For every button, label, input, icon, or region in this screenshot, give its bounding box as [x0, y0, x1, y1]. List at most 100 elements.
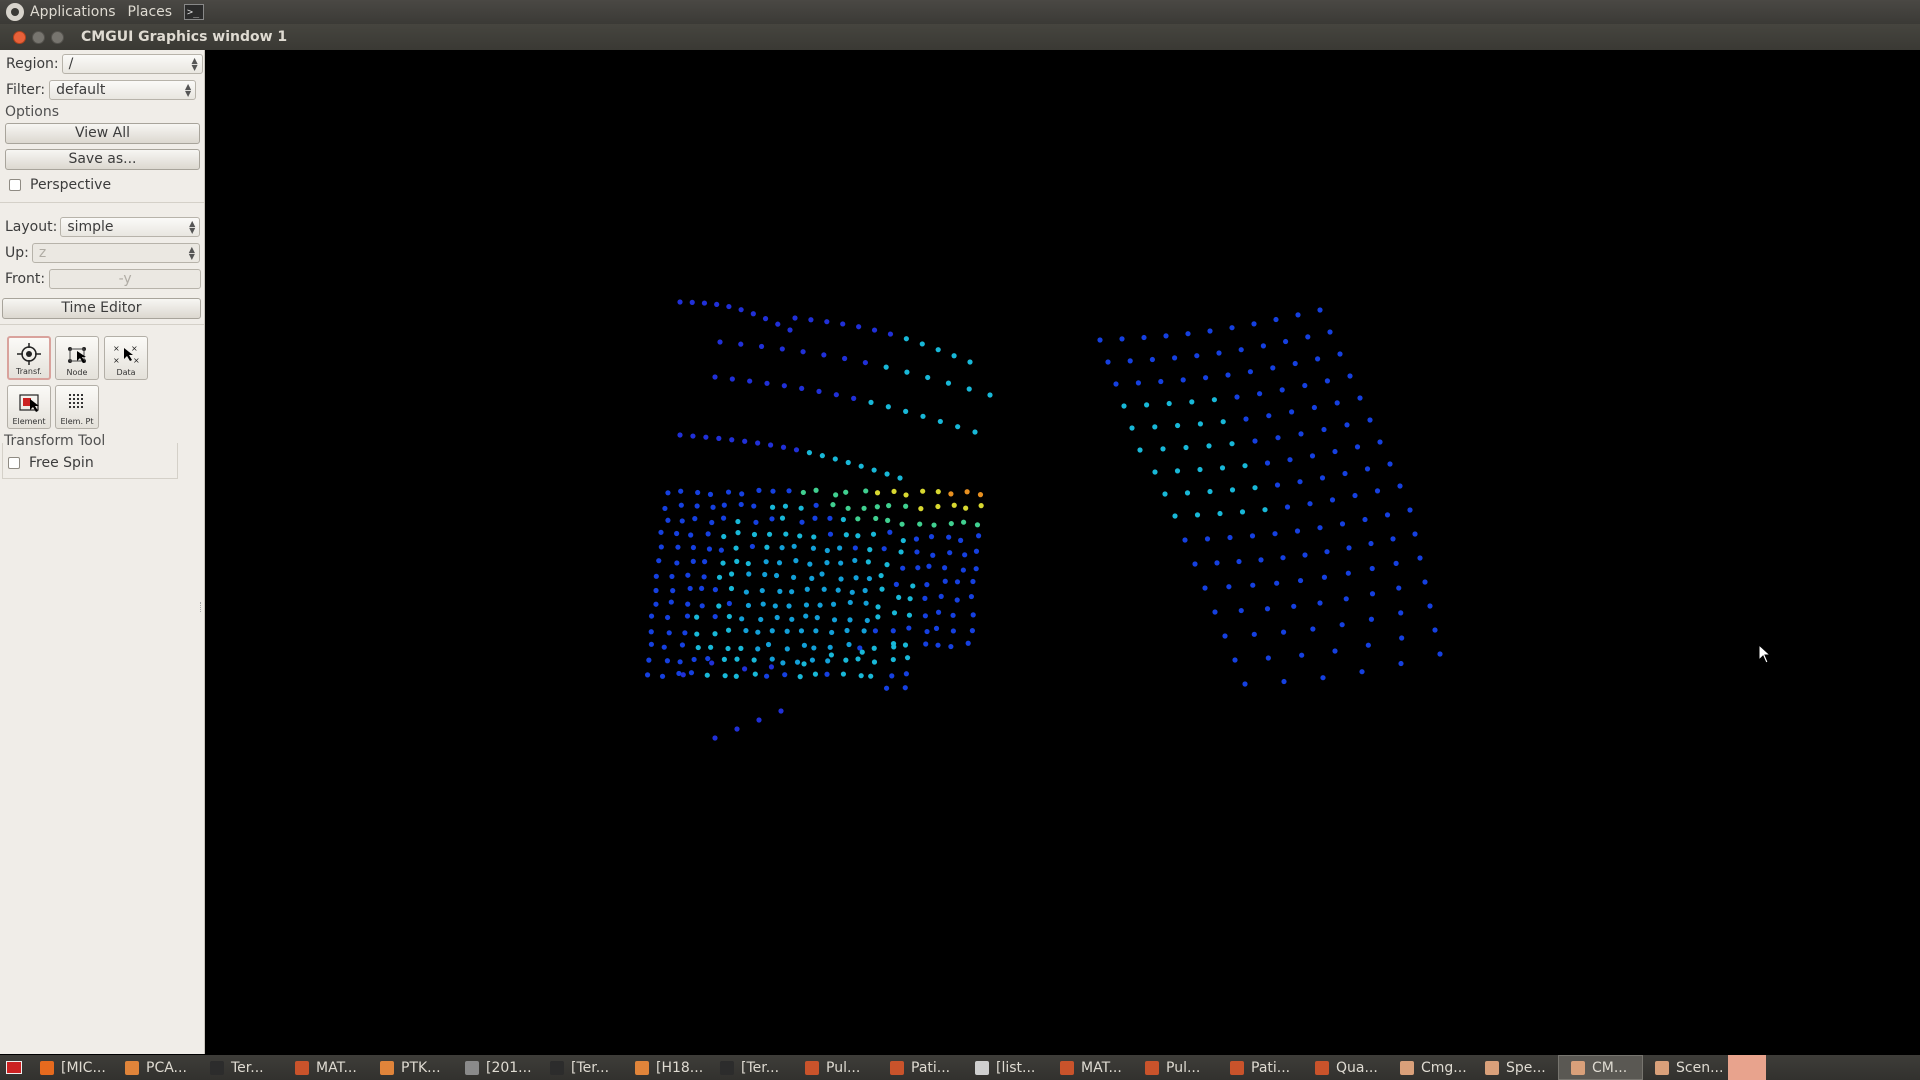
applications-menu[interactable]: Applications — [30, 4, 116, 20]
taskbar: [MIC... PCA... Ter... MAT... PTK... [201... [T… — [0, 1055, 1920, 1080]
perspective-checkbox[interactable] — [9, 179, 21, 191]
data-point — [1334, 400, 1340, 406]
taskbar-item[interactable]: MAT... — [283, 1055, 368, 1080]
maximize-window-button[interactable] — [51, 30, 64, 44]
ubuntu-logo-icon[interactable] — [6, 3, 24, 21]
graphics-viewport[interactable] — [205, 50, 1920, 1054]
data-point — [811, 645, 817, 651]
taskbar-item[interactable]: Spe... — [1473, 1055, 1558, 1080]
taskbar-item[interactable]: Ter... — [198, 1055, 283, 1080]
data-point — [948, 491, 954, 497]
data-point — [917, 521, 923, 527]
taskbar-item[interactable]: [H18... — [623, 1055, 708, 1080]
data-point — [1152, 469, 1158, 475]
terminal-launcher-icon[interactable]: >_ — [184, 4, 205, 20]
data-point — [1274, 482, 1281, 488]
data-point — [891, 644, 897, 650]
data-point — [1364, 466, 1371, 472]
taskbar-item[interactable]: [list... — [963, 1055, 1048, 1080]
show-desktop-button[interactable] — [0, 1055, 28, 1080]
data-point — [973, 548, 980, 554]
taskbar-item[interactable]: CM... — [1558, 1055, 1643, 1080]
data-point — [678, 502, 684, 508]
data-point — [828, 652, 835, 658]
spin-arrows-icon: ▲ ▼ — [188, 245, 195, 261]
taskbar-item[interactable]: Pati... — [1218, 1055, 1303, 1080]
data-point — [1260, 343, 1266, 349]
data-point — [904, 369, 910, 375]
taskbar-item[interactable]: [Ter... — [538, 1055, 623, 1080]
close-window-button[interactable] — [13, 30, 26, 44]
region-select[interactable]: / ▲ ▼ — [61, 54, 203, 74]
data-point — [1185, 331, 1191, 337]
data-point — [762, 316, 769, 322]
taskbar-item[interactable]: PCA... — [113, 1055, 198, 1080]
layout-select[interactable]: simple ▲ ▼ — [60, 217, 201, 237]
data-point — [931, 522, 937, 528]
taskbar-item[interactable]: [Ter... — [708, 1055, 793, 1080]
taskbar-item[interactable]: [201... — [453, 1055, 538, 1080]
data-point — [677, 659, 683, 665]
data-point — [831, 617, 838, 623]
free-spin-row[interactable]: Free Spin — [8, 455, 94, 471]
view-all-button[interactable]: View All — [5, 123, 200, 144]
region-value: / — [68, 56, 74, 72]
data-point — [926, 563, 932, 569]
data-point — [702, 559, 708, 565]
data-point — [813, 628, 819, 634]
data-point — [809, 575, 815, 581]
up-select[interactable]: z ▲ ▼ — [31, 243, 200, 263]
taskbar-item[interactable]: Pul... — [793, 1055, 878, 1080]
element-point-tool-button[interactable]: Elem. Pt — [55, 385, 99, 429]
tool-label: Element — [12, 417, 46, 426]
time-editor-button[interactable]: Time Editor — [2, 298, 201, 319]
free-spin-checkbox[interactable] — [8, 457, 20, 469]
data-point — [725, 627, 732, 633]
data-point — [947, 550, 953, 556]
control-panel: Region: / ▲ ▼ Filter: default ▲ ▼ Options … — [0, 50, 205, 1054]
front-field[interactable]: -y — [49, 269, 202, 289]
data-point — [733, 673, 739, 679]
taskbar-item[interactable]: Qua... — [1303, 1055, 1388, 1080]
save-as-button[interactable]: Save as... — [5, 149, 200, 170]
trash-applet[interactable] — [1728, 1055, 1766, 1080]
taskbar-item[interactable]: Pati... — [878, 1055, 963, 1080]
data-point — [1309, 453, 1316, 459]
data-point — [1283, 338, 1289, 345]
window-titlebar[interactable]: CMGUI Graphics window 1 — [0, 24, 1920, 50]
matlab-figure-icon — [1315, 1060, 1329, 1075]
taskbar-item[interactable]: MAT... — [1048, 1055, 1133, 1080]
transform-tool-button[interactable]: Transf. — [7, 336, 51, 380]
taskbar-item[interactable]: PTK... — [368, 1055, 453, 1080]
taskbar-item[interactable]: Cmg... — [1388, 1055, 1473, 1080]
data-point — [1332, 648, 1338, 654]
element-tool-button[interactable]: Element — [7, 385, 51, 429]
data-point — [704, 672, 710, 678]
minimize-window-button[interactable] — [32, 30, 45, 44]
data-point — [716, 574, 723, 580]
taskbar-item[interactable]: Pul... — [1133, 1055, 1218, 1080]
places-menu[interactable]: Places — [128, 4, 173, 20]
perspective-row[interactable]: Perspective — [9, 177, 111, 193]
taskbar-item[interactable]: [MIC... — [28, 1055, 113, 1080]
filter-select[interactable]: default ▲ ▼ — [49, 80, 197, 100]
taskbar-item[interactable]: Scen... — [1643, 1055, 1728, 1080]
node-tool-button[interactable]: Node — [55, 336, 99, 380]
terminal-icon — [720, 1060, 734, 1075]
data-point — [967, 359, 973, 365]
folder-icon — [380, 1060, 394, 1075]
data-point — [935, 503, 941, 510]
point-cloud-scene[interactable] — [205, 50, 1920, 1054]
data-point — [913, 536, 920, 542]
pane-resize-handle[interactable] — [200, 602, 204, 612]
data-point — [883, 364, 889, 370]
data-point — [950, 612, 956, 618]
data-tool-button[interactable]: × × × × Data — [104, 336, 148, 380]
data-point — [1347, 373, 1353, 379]
data-point — [903, 503, 909, 509]
data-point — [712, 613, 718, 620]
data-point — [879, 586, 885, 592]
data-point — [809, 657, 816, 663]
data-point — [813, 487, 819, 493]
data-point — [1368, 540, 1374, 547]
